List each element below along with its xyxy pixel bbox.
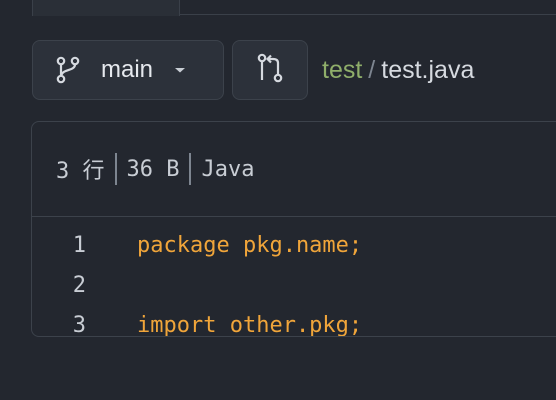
code-line: 1 package pkg.name;: [32, 225, 556, 265]
breadcrumb-separator: /: [368, 55, 376, 84]
file-view-page: main test / test.java 3 行 36 B Java 1 pa…: [0, 0, 556, 400]
line-number[interactable]: 2: [32, 273, 86, 298]
breadcrumb-repo-link[interactable]: test: [322, 56, 362, 85]
top-divider: [180, 14, 556, 15]
code-line: 2: [32, 265, 556, 305]
code-line: 3 import other.pkg;: [32, 305, 556, 337]
file-language: Java: [201, 156, 255, 182]
line-number[interactable]: 1: [32, 233, 86, 258]
line-number[interactable]: 3: [32, 313, 86, 337]
chevron-down-icon: [173, 65, 187, 75]
line-content: import other.pkg;: [137, 312, 363, 337]
top-tab[interactable]: [32, 0, 180, 16]
branch-selector-button[interactable]: main: [32, 40, 224, 100]
file-info-header: 3 行 36 B Java: [32, 122, 556, 217]
meta-divider: [114, 153, 117, 185]
line-content: package pkg.name;: [137, 232, 363, 258]
code-view[interactable]: 1 package pkg.name; 2 3 import other.pkg…: [32, 217, 556, 337]
breadcrumb: test / test.java: [322, 50, 474, 90]
git-compare-icon: [255, 52, 285, 89]
file-size: 36 B: [126, 156, 180, 182]
line-count: 3 行: [56, 159, 105, 184]
compare-button[interactable]: [232, 40, 308, 100]
meta-divider: [189, 153, 192, 185]
breadcrumb-file-name: test.java: [381, 55, 475, 84]
branch-name: main: [101, 56, 154, 83]
file-content-box: 3 行 36 B Java 1 package pkg.name; 2 3 im…: [31, 121, 556, 337]
git-branch-icon: [55, 55, 85, 85]
